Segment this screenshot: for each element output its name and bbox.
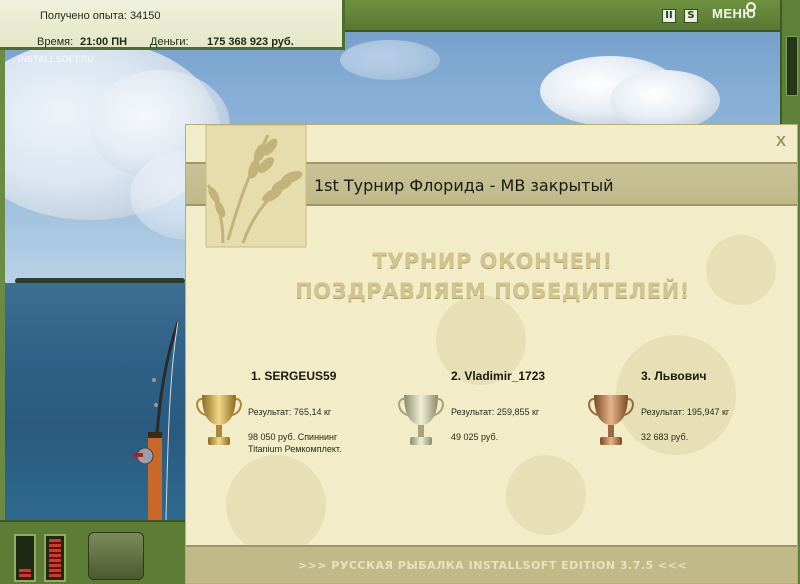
line-tension-gauge bbox=[44, 534, 66, 582]
winner-name: 2. Vladimir_1723 bbox=[451, 369, 546, 383]
wheat-emblem-icon bbox=[205, 125, 307, 248]
experience-readout: Получено опыта: 34150 bbox=[40, 10, 161, 22]
watermark-logo: INSTALLSOFT.RU bbox=[18, 54, 94, 64]
winner-result: Результат: 259,855 кг bbox=[451, 407, 540, 417]
silver-cup-icon bbox=[398, 395, 444, 445]
prize-line-1: 32 683 руб. bbox=[641, 432, 689, 442]
dialog-title: 1st Турнир Флорида - МВ закрытый bbox=[314, 176, 614, 195]
winner-prize: 49 025 руб. bbox=[451, 431, 498, 443]
gear-icon bbox=[746, 2, 756, 12]
time-label: Время: bbox=[37, 36, 74, 48]
fishing-rod[interactable] bbox=[120, 320, 190, 520]
winner-name: 3. Львович bbox=[641, 369, 707, 383]
player-info-panel: Получено опыта: 34150 Время: 21:00 ПН Де… bbox=[0, 0, 345, 50]
bronze-cup-icon bbox=[588, 395, 634, 445]
time-value: 21:00 ПН bbox=[80, 36, 128, 48]
prize-line-1: 98 050 руб. Спиннинг bbox=[248, 432, 338, 442]
right-slot-top[interactable] bbox=[786, 36, 798, 96]
winner-prize: 32 683 руб. bbox=[641, 431, 688, 443]
winner-result: Результат: 195,947 кг bbox=[641, 407, 730, 417]
tournament-results-dialog: 1st Турнир Флорида - МВ закрытый X ТУРНИ… bbox=[185, 124, 798, 584]
headline-congratulations: ПОЗДРАВЛЯЕМ ПОБЕДИТЕЛЕЙ! bbox=[295, 279, 690, 303]
money-value: 175 368 923 руб. bbox=[207, 36, 294, 48]
headline-tournament-over: ТУРНИР ОКОНЧЕН! bbox=[372, 249, 613, 273]
prize-line-1: 49 025 руб. bbox=[451, 432, 499, 442]
pause-button[interactable]: II bbox=[662, 9, 676, 23]
experience-value: 34150 bbox=[129, 10, 161, 22]
experience-label: Получено опыта: bbox=[40, 10, 127, 22]
close-dialog-button[interactable]: X bbox=[776, 133, 786, 150]
game-version-banner: >>> РУССКАЯ РЫБАЛКА INSTALLSOFT EDITION … bbox=[297, 559, 688, 572]
frame-left-border bbox=[0, 50, 5, 520]
prize-line-2: Titanium Ремкомплект. bbox=[248, 444, 342, 454]
tackle-box-button[interactable] bbox=[88, 532, 144, 580]
gold-cup-icon bbox=[196, 395, 242, 445]
winner-prize: 98 050 руб. Спиннинг Titanium Ремкомплек… bbox=[248, 431, 342, 455]
money-label: Деньги: bbox=[150, 36, 189, 48]
winner-result: Результат: 765,14 кг bbox=[248, 407, 332, 417]
dialog-footer: >>> РУССКАЯ РЫБАЛКА INSTALLSOFT EDITION … bbox=[186, 545, 797, 583]
save-button[interactable]: S bbox=[684, 9, 698, 23]
winner-name: 1. SERGEUS59 bbox=[251, 369, 337, 383]
left-gauge bbox=[14, 534, 36, 582]
